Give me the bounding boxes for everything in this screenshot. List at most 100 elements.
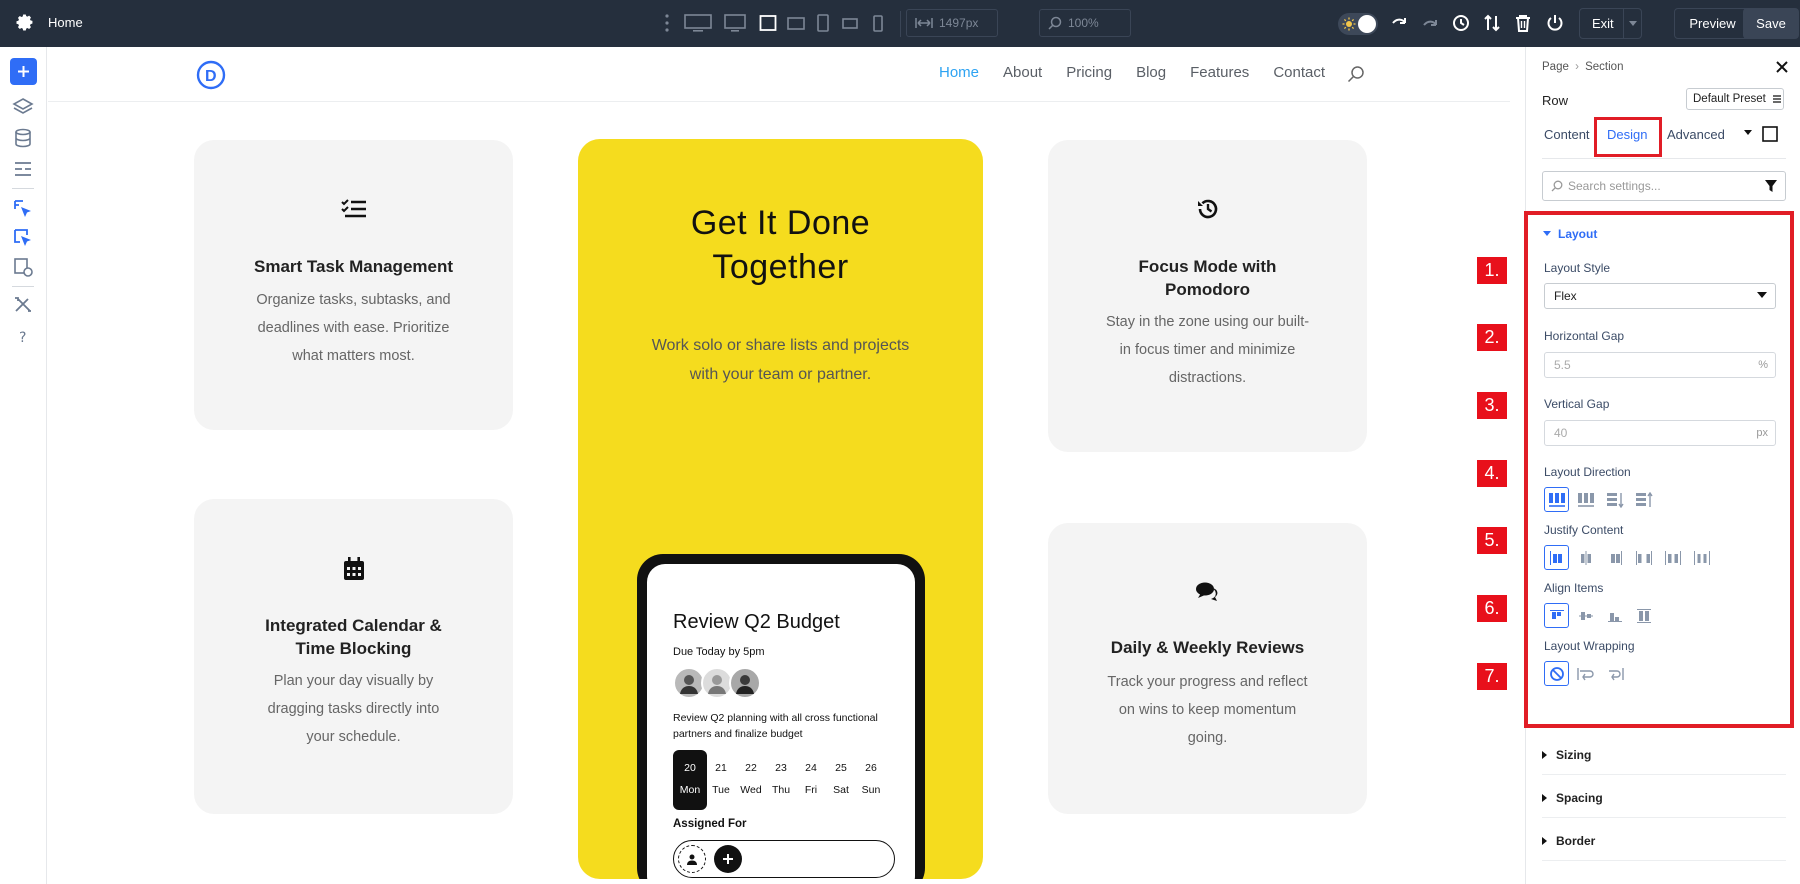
search-placeholder: Search settings...: [1568, 179, 1661, 193]
desktop-wide-icon[interactable]: [684, 13, 712, 33]
caret-right-icon: [1542, 750, 1547, 759]
trash-icon[interactable]: [1515, 14, 1531, 32]
tablet-icon[interactable]: [816, 13, 830, 33]
feature-card[interactable]: Focus Mode with Pomodoro Stay in the zone…: [1048, 140, 1367, 452]
canvas-width-value: 1497px: [939, 16, 979, 30]
day-item[interactable]: 26 Sun: [856, 750, 886, 810]
feature-card[interactable]: Integrated Calendar & Time Blocking Plan …: [194, 499, 513, 814]
user-icon: [678, 845, 706, 873]
step-badge: 3.: [1477, 392, 1507, 419]
menu-item-pricing[interactable]: Pricing: [1066, 64, 1112, 81]
step-badge: 4.: [1477, 460, 1507, 487]
breadcrumb-section[interactable]: Section: [1585, 61, 1623, 73]
top-toolbar: Home 1497px 100% Exit Preview Save: [0, 0, 1800, 47]
layout-rows-icon[interactable]: [12, 159, 34, 179]
menu-item-contact[interactable]: Contact: [1273, 64, 1325, 81]
avatar-group: [673, 667, 761, 699]
spacing-group[interactable]: Spacing: [1542, 778, 1786, 818]
step-badge: 7.: [1477, 663, 1507, 690]
exit-dropdown-icon[interactable]: [1623, 9, 1641, 38]
feature-card[interactable]: Daily & Weekly Reviews Track your progre…: [1048, 523, 1367, 814]
svg-text:?: ?: [19, 330, 26, 346]
sizing-group[interactable]: Sizing: [1542, 735, 1786, 775]
step-badge: 2.: [1477, 324, 1507, 351]
menu-item-home[interactable]: Home: [939, 64, 979, 81]
hero-text: Work solo or share lists and projects wi…: [651, 337, 910, 383]
page-canvas: D Home About Pricing Blog Features Conta…: [48, 47, 1510, 884]
day-item[interactable]: 23 Thu: [766, 750, 796, 810]
tab-advanced[interactable]: Advanced: [1667, 127, 1725, 142]
breadcrumb-page[interactable]: Page: [1542, 61, 1569, 73]
gear-icon[interactable]: [15, 13, 35, 33]
width-icon: [915, 18, 933, 28]
history-clock-icon[interactable]: [1452, 14, 1470, 32]
day-item[interactable]: 25 Sat: [826, 750, 856, 810]
power-icon[interactable]: [1546, 14, 1564, 32]
filter-icon[interactable]: [1764, 179, 1778, 193]
settings-search[interactable]: Search settings...: [1542, 171, 1786, 201]
exit-label: Exit: [1592, 16, 1614, 31]
card-text: Track your progress and reflect on wins t…: [1107, 674, 1308, 746]
sort-arrows-icon[interactable]: [1483, 14, 1501, 32]
search-icon[interactable]: [1347, 65, 1365, 83]
assigned-label: Assigned For: [673, 818, 747, 830]
section-select-icon[interactable]: [12, 227, 34, 249]
menu-item-blog[interactable]: Blog: [1136, 64, 1166, 81]
preset-options-icon: [1772, 95, 1781, 103]
day-item[interactable]: 20 Mon: [673, 750, 707, 810]
page-select-icon[interactable]: [12, 198, 34, 220]
preview-button[interactable]: Preview: [1674, 8, 1751, 39]
border-group[interactable]: Border: [1542, 821, 1786, 861]
site-header: D Home About Pricing Blog Features Conta…: [48, 47, 1510, 102]
day-item[interactable]: 22 Wed: [736, 750, 766, 810]
save-button[interactable]: Save: [1743, 8, 1799, 39]
tablet-landscape-icon[interactable]: [787, 13, 805, 33]
day-item[interactable]: 21 Tue: [706, 750, 736, 810]
zoom-field[interactable]: 100%: [1039, 9, 1131, 37]
desktop-icon[interactable]: [724, 13, 746, 33]
card-text: Stay in the zone using our built-in focu…: [1105, 314, 1310, 386]
undo-icon[interactable]: [1390, 14, 1408, 32]
card-title: Daily & Weekly Reviews: [1110, 638, 1305, 657]
day-picker: 20 Mon 21 Tue 22 Wed 23 Thu 24 Fri 25 Sat 26 Su…: [673, 750, 886, 810]
card-title: Focus Mode with Pomodoro: [1138, 257, 1277, 299]
breadcrumb: Page › Section: [1542, 61, 1623, 73]
add-module-button[interactable]: [10, 58, 37, 85]
card-title: Smart Task Management: [253, 257, 454, 276]
phone-icon[interactable]: [872, 13, 884, 33]
element-name: Row: [1542, 93, 1569, 108]
laptop-icon[interactable]: [759, 13, 777, 33]
border-group-title: Border: [1556, 833, 1596, 848]
exit-button[interactable]: Exit: [1579, 8, 1642, 39]
page-settings-icon[interactable]: [12, 256, 34, 278]
phone-landscape-icon[interactable]: [841, 13, 859, 33]
day-item[interactable]: 24 Fri: [796, 750, 826, 810]
help-icon[interactable]: ?: [12, 327, 34, 347]
theme-toggle[interactable]: [1338, 13, 1378, 35]
drag-handle-icon[interactable]: [664, 13, 670, 33]
card-text: Organize tasks, subtasks, and deadlines w…: [256, 292, 451, 364]
page-title: Home: [48, 15, 83, 30]
search-icon: [1551, 180, 1563, 192]
expand-panel-icon[interactable]: [1762, 126, 1778, 142]
database-icon[interactable]: [12, 128, 34, 148]
add-assignee-icon[interactable]: [714, 845, 742, 873]
menu-item-about[interactable]: About: [1003, 64, 1042, 81]
feature-card[interactable]: Smart Task Management Organize tasks, su…: [194, 140, 513, 430]
menu-item-features[interactable]: Features: [1190, 64, 1249, 81]
hero-card[interactable]: Get It Done Together Work solo or share l…: [578, 139, 983, 879]
layers-icon[interactable]: [12, 97, 34, 117]
assign-field[interactable]: [673, 840, 895, 878]
tab-content-label[interactable]: Content: [1544, 127, 1590, 142]
preset-select[interactable]: Default Preset: [1686, 88, 1784, 110]
redo-icon[interactable]: [1421, 14, 1439, 32]
chevron-right-icon: ›: [1575, 61, 1579, 73]
caret-down-icon[interactable]: [1744, 130, 1752, 136]
tools-icon[interactable]: [12, 295, 34, 315]
sun-icon: [1342, 17, 1356, 31]
close-icon[interactable]: [1775, 60, 1789, 74]
task-description: Review Q2 planning with all cross functi…: [673, 712, 878, 740]
site-logo[interactable]: D: [196, 60, 226, 90]
canvas-width-field[interactable]: 1497px: [906, 9, 998, 37]
site-menu: Home About Pricing Blog Features Contact: [939, 64, 1349, 81]
